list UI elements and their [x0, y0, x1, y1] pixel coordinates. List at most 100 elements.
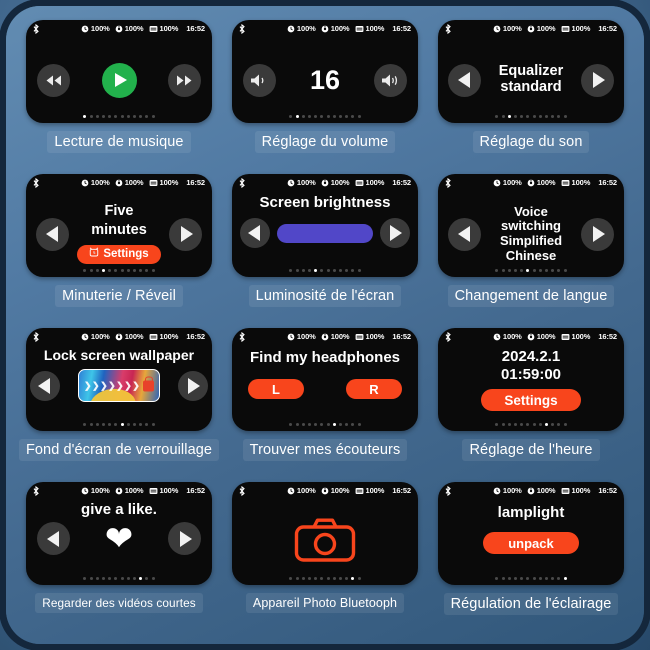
- chevron-left-icon[interactable]: [30, 370, 60, 401]
- status-bar: 100% 100% 100% 16:52: [232, 482, 418, 499]
- left-earbud-battery-icon: [287, 333, 295, 341]
- case-battery-value: 100%: [571, 24, 591, 33]
- watch-screen-sound-adjust[interactable]: 100% 100% 100% 16:52 Equalizer standard: [438, 20, 624, 123]
- watch-screen-short-videos[interactable]: 100% 100% 100% 16:52 give a like. ❤: [26, 482, 212, 585]
- card-caption: Réglage du volume: [254, 131, 396, 153]
- case-battery: 100%: [149, 178, 178, 187]
- chevron-left-icon[interactable]: [240, 218, 270, 248]
- left-earbud-battery-icon: [493, 179, 501, 187]
- chevron-left-icon[interactable]: [448, 217, 481, 251]
- card-lighting-control[interactable]: 100% 100% 100% 16:52 lamplight unpack Ré…: [430, 482, 632, 634]
- case-battery-value: 100%: [571, 332, 591, 341]
- left-earbud-battery-value: 100%: [90, 178, 110, 187]
- watch-screen-time-setting[interactable]: 100% 100% 100% 16:52 2024.2.1 01:59:00 S…: [438, 328, 624, 431]
- right-earbud-battery-value: 100%: [124, 332, 144, 341]
- card-sound-adjust[interactable]: 100% 100% 100% 16:52 Equalizer standard …: [430, 20, 632, 172]
- page-dots[interactable]: [232, 115, 418, 118]
- case-battery-icon: [355, 25, 364, 33]
- status-bar-time: 16:52: [392, 178, 411, 187]
- status-bar-time: 16:52: [392, 24, 411, 33]
- page-dots[interactable]: [26, 269, 212, 272]
- right-earbud-battery-icon: [527, 487, 535, 495]
- page-dots[interactable]: [438, 423, 624, 426]
- volume-down-icon[interactable]: [243, 63, 276, 97]
- card-lock-screen-wallpaper[interactable]: 100% 100% 100% 16:52 Lock screen wallpap…: [18, 328, 220, 480]
- language-line-1: Voice: [514, 203, 548, 219]
- time-settings-button[interactable]: Settings: [481, 389, 581, 411]
- volume-up-icon[interactable]: [373, 63, 407, 97]
- status-bar: 100% 100% 100% 16:52: [438, 482, 624, 499]
- rewind-icon[interactable]: [37, 63, 70, 97]
- watch-screen-lock-wallpaper[interactable]: 100% 100% 100% 16:52 Lock screen wallpap…: [26, 328, 212, 431]
- heart-icon[interactable]: ❤: [105, 522, 134, 556]
- fast-forward-icon[interactable]: [168, 63, 201, 97]
- watch-screen-timer-alarm[interactable]: 100% 100% 100% 16:52 Five minutes Settin…: [26, 174, 212, 277]
- unpack-button[interactable]: unpack: [483, 532, 579, 554]
- card-caption: Réglage du son: [472, 131, 590, 153]
- case-battery-icon: [355, 487, 364, 495]
- card-short-videos[interactable]: 100% 100% 100% 16:52 give a like. ❤ Rega…: [18, 482, 220, 634]
- watch-screen-music-playback[interactable]: 100% 100% 100% 16:52: [26, 20, 212, 123]
- watch-screen-brightness[interactable]: 100% 100% 100% 16:52 Screen brightness: [232, 174, 418, 277]
- watch-screen-volume-adjust[interactable]: 100% 100% 100% 16:52 16: [232, 20, 418, 123]
- page-dots[interactable]: [232, 269, 418, 272]
- right-earbud-battery: 100%: [321, 332, 350, 341]
- card-bluetooth-camera[interactable]: 100% 100% 100% 16:52 Appareil Photo Blue…: [224, 482, 426, 634]
- case-battery: 100%: [149, 332, 178, 341]
- right-earbud-battery-icon: [115, 333, 123, 341]
- page-dots[interactable]: [26, 115, 212, 118]
- chevron-right-icon[interactable]: [169, 217, 202, 251]
- card-time-setting[interactable]: 100% 100% 100% 16:52 2024.2.1 01:59:00 S…: [430, 328, 632, 480]
- chevron-left-icon[interactable]: [448, 63, 481, 97]
- give-a-like-title: give a like.: [81, 501, 157, 518]
- brightness-title: Screen brightness: [259, 194, 391, 211]
- chevron-right-icon[interactable]: [380, 218, 410, 248]
- find-right-earbud-button[interactable]: R: [346, 379, 402, 399]
- wallpaper-thumbnail[interactable]: ❯❯❯❯❯❯❯: [78, 369, 160, 402]
- page-dots[interactable]: [438, 269, 624, 272]
- case-battery: 100%: [561, 24, 591, 33]
- right-earbud-battery: 100%: [115, 178, 144, 187]
- chevron-left-icon[interactable]: [37, 522, 70, 555]
- chevron-left-icon[interactable]: [36, 217, 69, 251]
- page-dots[interactable]: [26, 423, 212, 426]
- case-battery-value: 100%: [365, 486, 385, 495]
- left-earbud-battery: 100%: [493, 24, 522, 33]
- case-battery: 100%: [149, 486, 178, 495]
- screen-content: [26, 37, 212, 123]
- card-screen-brightness[interactable]: 100% 100% 100% 16:52 Screen brightness L…: [224, 174, 426, 326]
- wallpaper-title: Lock screen wallpaper: [43, 347, 195, 363]
- page-dots[interactable]: [26, 577, 212, 580]
- right-earbud-battery: 100%: [527, 332, 556, 341]
- left-earbud-battery-value: 100%: [296, 486, 316, 495]
- chevron-right-icon[interactable]: [581, 217, 614, 251]
- watch-screen-lighting-control[interactable]: 100% 100% 100% 16:52 lamplight unpack: [438, 482, 624, 585]
- card-volume-adjust[interactable]: 100% 100% 100% 16:52 16 Réglage du volum…: [224, 20, 426, 172]
- card-timer-alarm[interactable]: 100% 100% 100% 16:52 Five minutes Settin…: [18, 174, 220, 326]
- chevron-right-icon[interactable]: [168, 522, 201, 555]
- bluetooth-icon: [239, 23, 253, 34]
- watch-screen-find-headphones[interactable]: 100% 100% 100% 16:52 Find my headphones …: [232, 328, 418, 431]
- page-dots[interactable]: [438, 577, 624, 580]
- right-earbud-battery-icon: [321, 25, 329, 33]
- find-left-earbud-button[interactable]: L: [248, 379, 304, 399]
- page-dots[interactable]: [232, 577, 418, 580]
- chevron-right-icon[interactable]: [178, 370, 208, 401]
- timer-settings-button[interactable]: Settings: [77, 244, 161, 264]
- watch-screen-language-switch[interactable]: 100% 100% 100% 16:52 Voice switching Sim…: [438, 174, 624, 277]
- watch-screen-bluetooth-camera[interactable]: 100% 100% 100% 16:52: [232, 482, 418, 585]
- card-find-headphones[interactable]: 100% 100% 100% 16:52 Find my headphones …: [224, 328, 426, 480]
- camera-icon[interactable]: [294, 516, 356, 569]
- status-bar-time: 16:52: [186, 178, 205, 187]
- card-music-playback[interactable]: 100% 100% 100% 16:52 Lecture de musique: [18, 20, 220, 172]
- left-earbud-battery: 100%: [287, 332, 316, 341]
- left-earbud-battery-value: 100%: [296, 24, 316, 33]
- chevron-right-icon[interactable]: [581, 63, 614, 97]
- brightness-slider[interactable]: [277, 223, 373, 243]
- card-language-switch[interactable]: 100% 100% 100% 16:52 Voice switching Sim…: [430, 174, 632, 326]
- play-icon[interactable]: [101, 62, 137, 98]
- page-dots[interactable]: [232, 423, 418, 426]
- page-dots[interactable]: [438, 115, 624, 118]
- status-bar-time: 16:52: [186, 24, 205, 33]
- left-earbud-battery-value: 100%: [296, 178, 316, 187]
